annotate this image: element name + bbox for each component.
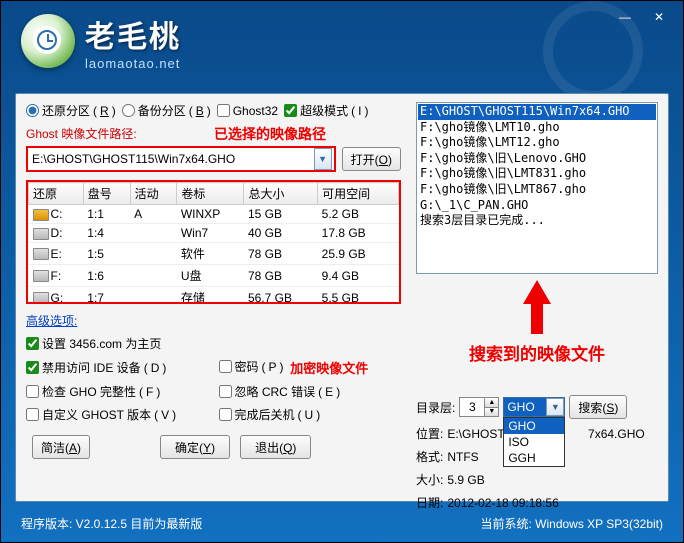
image-path-combo[interactable]: ▼ [26,146,336,172]
list-item[interactable]: 搜索3层目录已完成... [418,213,656,229]
annotation-encrypt: 加密映像文件 [290,361,368,376]
depth-spinner[interactable]: ▲▼ [459,397,499,417]
combo-option[interactable]: GHO [504,418,564,434]
format-label: 格式: [416,448,443,465]
super-mode-checkbox[interactable]: 超级模式(I) [284,102,368,119]
deny-ide-checkbox[interactable]: 禁用访问 IDE 设备(D) [26,358,209,377]
table-header[interactable]: 卷标 [177,183,244,205]
list-item[interactable]: E:\GHOST\GHOST115\Win7x64.GHO [418,104,656,120]
custom-ghost-checkbox[interactable]: 自定义 GHOST 版本(V) [26,406,209,423]
advanced-options-link[interactable]: 高级选项: [26,312,77,329]
close-button[interactable]: ✕ [645,7,673,27]
list-item[interactable]: F:\gho镜像\旧\LMT831.gho [418,166,656,182]
exit-button[interactable]: 退出(Q) [240,435,311,459]
system-text: 当前系统: Windows XP SP3(32bit) [480,515,663,532]
table-header[interactable]: 活动 [130,183,177,205]
mode-backup-radio[interactable]: 备份分区(B) [122,102,211,119]
date-value: 2012-02-18 09:18:56 [447,496,558,510]
annotation-path: 已选择的映像路径 [214,124,326,144]
ignore-crc-checkbox[interactable]: 忽略 CRC 错误(E) [219,383,402,400]
date-label: 日期: [416,494,443,511]
filter-dropdown-icon[interactable]: ▼ [546,398,564,416]
size-value: 5.9 GB [447,473,484,487]
arrow-annotation-icon [416,280,658,334]
simple-button[interactable]: 简洁(A) [32,435,90,459]
password-checkbox[interactable]: 密码(P) [219,358,284,375]
ghost32-checkbox[interactable]: Ghost32 [217,104,278,118]
table-row[interactable]: F:1:6U盘78 GB9.4 GB [29,265,399,287]
image-list[interactable]: E:\GHOST\GHOST115\Win7x64.GHOF:\gho镜像\LM… [416,102,658,274]
loc-label: 位置: [416,425,443,442]
filter-combo[interactable]: ▼ GHOISOGGH [503,397,565,417]
list-item[interactable]: F:\gho镜像\LMT10.gho [418,120,656,136]
table-header[interactable]: 总大小 [244,183,318,205]
image-path-input[interactable] [28,148,314,170]
list-item[interactable]: F:\gho镜像\旧\LMT867.gho [418,182,656,198]
table-header[interactable]: 盘号 [83,183,130,205]
check-gho-checkbox[interactable]: 检查 GHO 完整性(F) [26,383,209,400]
table-row[interactable]: D:1:4Win740 GB17.8 GB [29,224,399,243]
mode-restore-radio[interactable]: 还原分区(R) [26,102,116,119]
table-header[interactable]: 还原 [29,183,84,205]
table-header[interactable]: 可用空间 [318,183,399,205]
annotation-found: 搜索到的映像文件 [416,340,658,365]
search-button[interactable]: 搜索(S) [569,395,627,419]
table-row[interactable]: C:1:1AWINXP15 GB5.2 GB [29,205,399,224]
table-row[interactable]: E:1:5软件78 GB25.9 GB [29,243,399,265]
list-item[interactable]: F:\gho镜像\LMT12.gho [418,135,656,151]
list-item[interactable]: G:\_1\C_PAN.GHO [418,198,656,214]
table-row[interactable]: G:1:7存储56.7 GB5.5 GB [29,287,399,305]
depth-label: 目录层: [416,399,455,416]
set-homepage-checkbox[interactable]: 设置 3456.com 为主页 [26,335,209,352]
version-text: 程序版本: V2.0.12.5 目前为最新版 [21,515,202,532]
app-title: 老毛桃 [85,12,181,56]
app-subtitle: laomaotao.net [85,56,181,71]
format-value: NTFS [447,450,478,464]
ok-button[interactable]: 确定(Y) [160,435,230,459]
list-item[interactable]: F:\gho镜像\旧\Lenovo.GHO [418,151,656,167]
size-label: 大小: [416,471,443,488]
spin-up-icon[interactable]: ▲ [484,398,498,408]
spin-down-icon[interactable]: ▼ [484,408,498,417]
shutdown-checkbox[interactable]: 完成后关机(U) [219,406,402,423]
app-logo-icon [21,14,75,68]
path-dropdown-icon[interactable]: ▼ [314,148,332,170]
filter-dropdown-list[interactable]: GHOISOGGH [503,417,565,467]
open-button[interactable]: 打开(O) [342,147,401,171]
combo-option[interactable]: GGH [504,450,564,466]
partition-table[interactable]: 还原盘号活动卷标总大小可用空间 C:1:1AWINXP15 GB5.2 GBD:… [28,182,399,304]
minimize-button[interactable]: — [611,7,639,27]
combo-option[interactable]: ISO [504,434,564,450]
